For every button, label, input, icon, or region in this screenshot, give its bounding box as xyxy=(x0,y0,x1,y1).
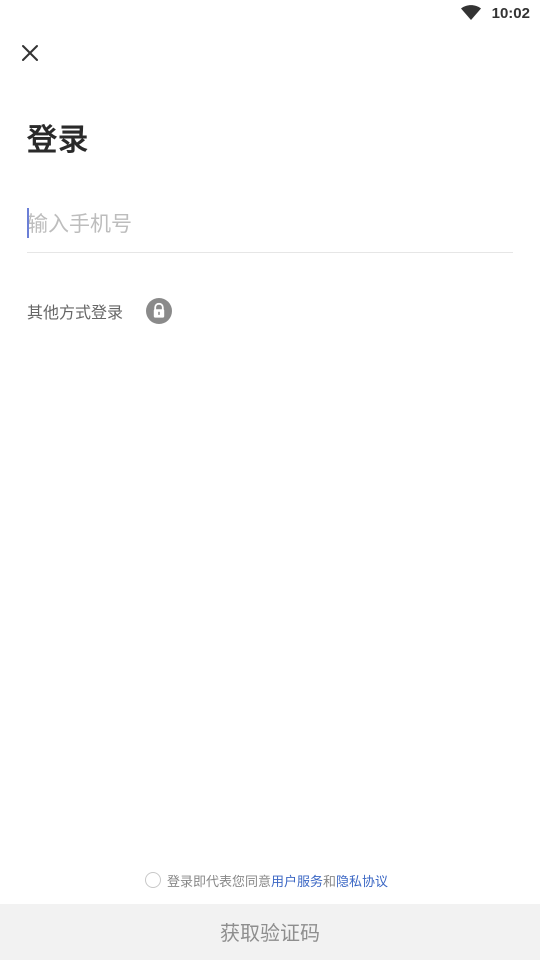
text-caret xyxy=(27,208,29,238)
page-title: 登录 xyxy=(27,123,89,158)
agreement-prefix: 登录即代表您同意 xyxy=(167,874,272,890)
status-time: 10:02 xyxy=(491,5,530,22)
status-bar: 10:02 xyxy=(0,0,540,28)
privacy-policy-link[interactable]: 隐私协议 xyxy=(336,871,388,890)
agreement-row: 登录即代表您同意 用户服务 和 隐私协议 xyxy=(145,870,388,890)
lock-icon[interactable] xyxy=(146,298,173,324)
phone-input[interactable] xyxy=(27,204,513,244)
other-login-methods[interactable]: 其他方式登录 xyxy=(27,298,173,324)
other-login-label: 其他方式登录 xyxy=(27,303,124,322)
login-screen: 10:02 登录 其他方式登录 登录即代表您同意 用户服务 和 隐私协议 获取验… xyxy=(0,0,540,960)
agreement-conjunction: 和 xyxy=(323,874,337,890)
user-service-link[interactable]: 用户服务 xyxy=(271,871,323,890)
phone-field xyxy=(27,200,513,253)
get-verification-code-button[interactable]: 获取验证码 xyxy=(0,904,540,960)
wifi-icon xyxy=(461,5,481,20)
agree-checkbox[interactable] xyxy=(145,872,161,888)
close-icon xyxy=(22,45,38,61)
close-button[interactable] xyxy=(16,39,44,67)
